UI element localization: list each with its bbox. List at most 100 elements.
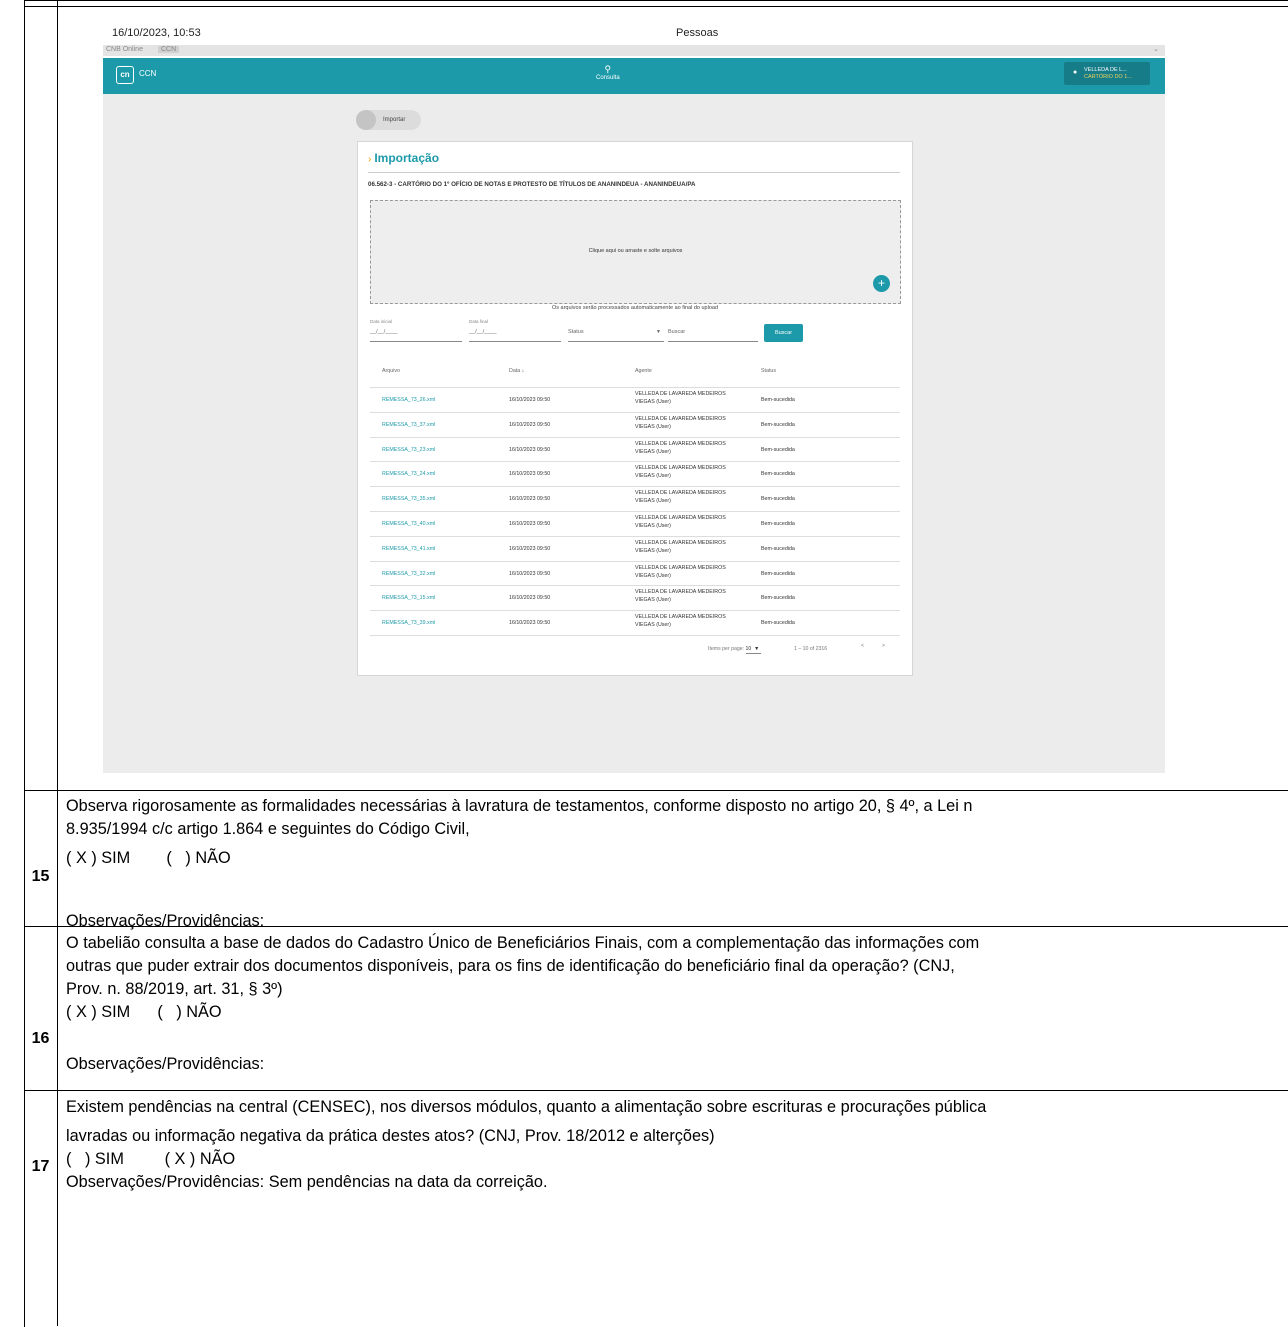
table-cell-agent-role: VIEGAS (User) (635, 572, 671, 579)
row-divider (370, 585, 900, 587)
file-link[interactable]: REMESSA_73_37.xml (382, 421, 435, 429)
chevron-down-icon[interactable]: ⌄ (1153, 45, 1159, 53)
search-icon: ⚲ (604, 64, 612, 74)
next-page-button[interactable]: > (882, 643, 885, 649)
row-divider (24, 6, 1288, 7)
user-office: CARTÓRIO DO 1... (1084, 74, 1132, 80)
question-line: Prov. n. 88/2019, art. 31, § 3º) (66, 980, 283, 998)
status-select[interactable]: Status ▼ (568, 319, 664, 342)
table-cell-agent: VELLEDA DE LAVAREDA MEDEIROS (635, 589, 726, 596)
status-badge: Bem-sucedida (761, 570, 795, 577)
row-divider (370, 486, 900, 488)
table-cell-agent: VELLEDA DE LAVAREDA MEDEIROS (635, 391, 726, 397)
import-card: › Importação 06.562-3 - CARTÓRIO DO 1º OF… (357, 141, 913, 676)
file-link[interactable]: REMESSA_73_26.xml (382, 396, 435, 404)
question-answer: ( X ) SIM ( ) NÃO (66, 849, 231, 867)
file-link[interactable]: REMESSA_73_24.xml (382, 470, 435, 478)
row-divider (370, 511, 900, 512)
table-cell-date: 16/10/2023 09:50 (509, 545, 551, 552)
date-end-field[interactable]: Data final __/__/____ (469, 319, 561, 342)
date-end-value: __/__/____ (469, 329, 497, 335)
col-header-data[interactable]: Data ↓ (509, 368, 524, 374)
search-button[interactable]: Buscar (764, 324, 803, 342)
items-per-page-label: Items per page: (708, 646, 745, 652)
prev-page-button[interactable]: < (861, 643, 864, 649)
row-divider (370, 560, 900, 562)
table-cell-agent-role: VIEGAS (User) (635, 423, 671, 430)
question-number: 17 (31, 1158, 50, 1175)
col-header-agente[interactable]: Agente (635, 368, 652, 374)
file-link[interactable]: REMESSA_73_35.xml (382, 495, 435, 503)
question-line: Existem pendências na central (CENSEC), … (66, 1098, 987, 1116)
row-divider (370, 535, 900, 537)
file-dropzone[interactable]: Clique aqui ou arraste e solte arquivos … (370, 200, 901, 304)
pager-range: 1 – 10 of 2316 (794, 646, 828, 652)
date-start-field[interactable]: Data inicial __/__/____ (370, 319, 462, 342)
row-divider (370, 461, 900, 463)
table-cell-date: 16/10/2023 09:50 (509, 446, 551, 453)
dropdown-arrow-icon: ▼ (656, 329, 661, 335)
file-link[interactable]: REMESSA_73_41.xml (382, 545, 435, 553)
question-answer: ( ) SIM ( X ) NÃO (66, 1150, 236, 1168)
embedded-screenshot: 16/10/2023, 10:53 Pessoas CNB Online CCN… (103, 25, 1165, 773)
table-cell-agent: VELLEDA DE LAVAREDA MEDEIROS (635, 415, 726, 422)
import-chip[interactable]: Importar (356, 110, 421, 130)
nav-consulta[interactable]: ⚲ Consulta (596, 64, 620, 81)
file-link[interactable]: REMESSA_73_23.xml (382, 446, 435, 454)
file-link[interactable]: REMESSA_73_32.xml (382, 570, 435, 578)
table-cell-agent: VELLEDA DE LAVAREDA MEDEIROS (635, 614, 726, 621)
question-number: 16 (31, 1030, 50, 1047)
table-cell-date: 16/10/2023 09:50 (509, 595, 551, 602)
table-cell-agent: VELLEDA DE LAVAREDA MEDEIROS (635, 564, 726, 571)
question-line (66, 870, 972, 910)
question-answer: ( X ) SIM ( ) NÃO (66, 1003, 222, 1021)
search-input[interactable]: Buscar (668, 319, 758, 342)
file-link[interactable]: REMESSA_73_40.xml (382, 520, 435, 528)
table-cell-date: 16/10/2023 09:50 (509, 471, 551, 478)
file-link[interactable]: REMESSA_73_39.xml (382, 619, 435, 627)
question-number: 15 (31, 868, 50, 885)
items-per-page-select[interactable]: 10 ▼ (745, 646, 762, 654)
print-datetime: 16/10/2023, 10:53 (112, 27, 201, 39)
question-line: outras que puder extrair dos documentos … (66, 957, 955, 975)
row-divider (370, 610, 900, 612)
browser-tab-sub[interactable]: CCN (158, 46, 180, 53)
browser-tab[interactable]: CNB Online (106, 46, 143, 53)
table-cell-agent: VELLEDA DE LAVAREDA MEDEIROS (635, 440, 726, 447)
table-cell-agent-role: VIEGAS (User) (635, 597, 671, 604)
user-name: VELLEDA DE L... (1084, 67, 1127, 73)
status-badge: Bem-sucedida (761, 446, 795, 453)
search-placeholder: Buscar (668, 329, 686, 335)
app-logo[interactable]: cn (116, 66, 134, 84)
question-16-text: O tabelião consulta a base de dados do C… (66, 932, 979, 1076)
date-end-label: Data final (469, 319, 489, 324)
question-15-text: Observa rigorosamente as formalidades ne… (66, 795, 972, 933)
user-menu-button[interactable]: ● VELLEDA DE L... CARTÓRIO DO 1... (1064, 62, 1150, 85)
table-cell-agent-role: VIEGAS (User) (635, 547, 671, 554)
question-observations: Observações/Providências: (66, 912, 265, 930)
table-cell-date: 16/10/2023 09:50 (509, 521, 551, 527)
add-file-button[interactable]: + (873, 275, 890, 292)
question-observations: Observações/Providências: Sem pendências… (66, 1173, 548, 1191)
auto-process-message: Os arquivos serão processados automatica… (551, 305, 718, 311)
app-bar: cn CCN ⚲ Consulta ● VELLEDA DE L... CART… (103, 58, 1165, 94)
table-cell-agent: VELLEDA DE LAVAREDA MEDEIROS (635, 465, 726, 472)
table-cell-agent-role: VIEGAS (User) (635, 473, 671, 480)
status-badge: Bem-sucedida (761, 620, 795, 627)
row-divider (24, 1090, 1288, 1091)
card-title-text: Importação (374, 151, 440, 165)
status-badge: Bem-sucedida (761, 545, 795, 552)
cartorio-name: 06.562-3 - CARTÓRIO DO 1º OFÍCIO DE NOTA… (368, 181, 696, 188)
title-divider (368, 172, 900, 173)
col-header-status[interactable]: Status (761, 368, 776, 374)
print-header: 16/10/2023, 10:53 Pessoas (103, 25, 1165, 43)
import-icon (356, 110, 376, 130)
table-cell-agent-role: VIEGAS (User) (635, 622, 671, 629)
file-link[interactable]: REMESSA_73_15.xml (382, 594, 435, 602)
dropzone-message: Clique aqui ou arraste e solte arquivos (588, 248, 683, 254)
col-header-arquivo[interactable]: Arquivo (382, 368, 400, 374)
status-badge: Bem-sucedida (761, 471, 795, 478)
table-cell-agent: VELLEDA DE LAVAREDA MEDEIROS (635, 539, 726, 546)
card-title: › Importação (368, 151, 439, 165)
table-cell-date: 16/10/2023 09:50 (509, 496, 551, 503)
